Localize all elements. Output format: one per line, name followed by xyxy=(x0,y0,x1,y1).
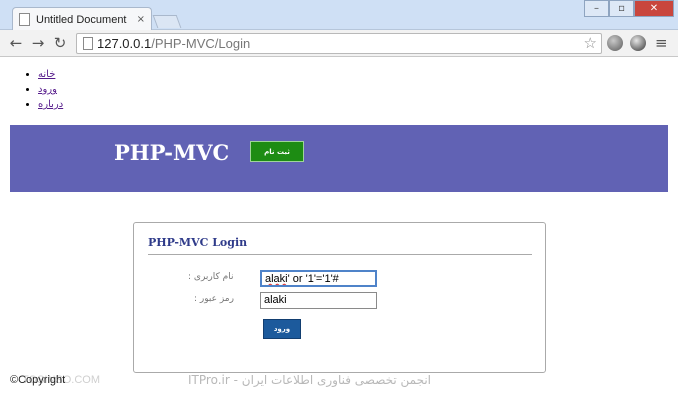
globe-icon[interactable] xyxy=(607,35,623,51)
reload-icon[interactable]: ↻ xyxy=(50,33,70,53)
tab-title: Untitled Document xyxy=(36,13,127,26)
nav-link-home[interactable]: خانه xyxy=(38,69,55,80)
menu-icon[interactable]: ≡ xyxy=(655,34,668,52)
nav-link-about[interactable]: درباره xyxy=(38,99,63,110)
site-nav: خانه ورود درباره xyxy=(20,68,63,113)
panel-divider xyxy=(148,254,532,255)
tab-untitled-document[interactable]: Untitled Document × xyxy=(12,7,152,31)
login-submit-button[interactable]: ورود xyxy=(263,319,301,339)
password-input[interactable]: alaki xyxy=(260,292,377,309)
username-value-rest: ' or '1'='1'# xyxy=(287,273,339,285)
signup-button[interactable]: ثبت نام xyxy=(250,141,304,162)
document-icon xyxy=(19,13,30,26)
nav-item-home: خانه xyxy=(38,68,63,82)
bookmark-star-icon[interactable]: ☆ xyxy=(584,34,597,53)
url-host: 127.0.0.1 xyxy=(97,36,152,51)
site-banner: PHP-MVC ثبت نام xyxy=(10,125,668,192)
site-brand: PHP-MVC xyxy=(114,140,230,165)
close-window-button[interactable]: ✕ xyxy=(634,0,674,17)
username-value-spellcheck: alaki xyxy=(265,273,288,285)
copyright-text: ©Copyright xyxy=(10,374,66,386)
url-path: /PHP-MVC/Login xyxy=(151,36,251,51)
tab-close-icon[interactable]: × xyxy=(137,14,145,25)
login-panel-title: PHP-MVC Login xyxy=(148,236,248,249)
forward-arrow-icon[interactable]: → xyxy=(28,33,48,53)
browser-window: Untitled Document × – ▫ ✕ ← → ↻ 127.0.0.… xyxy=(0,0,678,401)
url-text[interactable]: 127.0.0.1/PHP-MVC/Login xyxy=(97,36,250,51)
minimize-button[interactable]: – xyxy=(584,0,609,17)
login-panel: PHP-MVC Login نام کاربری : alaki' or '1'… xyxy=(133,222,546,373)
page-icon xyxy=(83,37,93,50)
back-arrow-icon[interactable]: ← xyxy=(6,33,26,53)
nav-item-about: درباره xyxy=(38,98,63,112)
new-tab-button[interactable] xyxy=(152,15,182,28)
watermark-itpro: ITPro.ir - انجمن تخصصی فناوری اطلاعات ای… xyxy=(188,373,431,387)
password-label: رمز عبور : xyxy=(194,294,234,304)
window-controls: – ▫ ✕ xyxy=(584,0,674,17)
nav-link-login[interactable]: ورود xyxy=(38,84,57,95)
page-content: خانه ورود درباره PHP-MVC ثبت نام PHP-MVC… xyxy=(0,58,678,401)
address-bar[interactable]: 127.0.0.1/PHP-MVC/Login ☆ xyxy=(76,33,602,54)
nav-item-login: ورود xyxy=(38,83,63,97)
tab-strip: Untitled Document × – ▫ ✕ xyxy=(0,0,678,31)
username-label: نام کاربری : xyxy=(188,272,234,282)
username-input[interactable]: alaki' or '1'='1'# xyxy=(260,270,377,287)
browser-toolbar: ← → ↻ 127.0.0.1/PHP-MVC/Login ☆ ≡ xyxy=(0,30,678,57)
extension-icon[interactable] xyxy=(630,35,646,51)
restore-button[interactable]: ▫ xyxy=(609,0,634,17)
